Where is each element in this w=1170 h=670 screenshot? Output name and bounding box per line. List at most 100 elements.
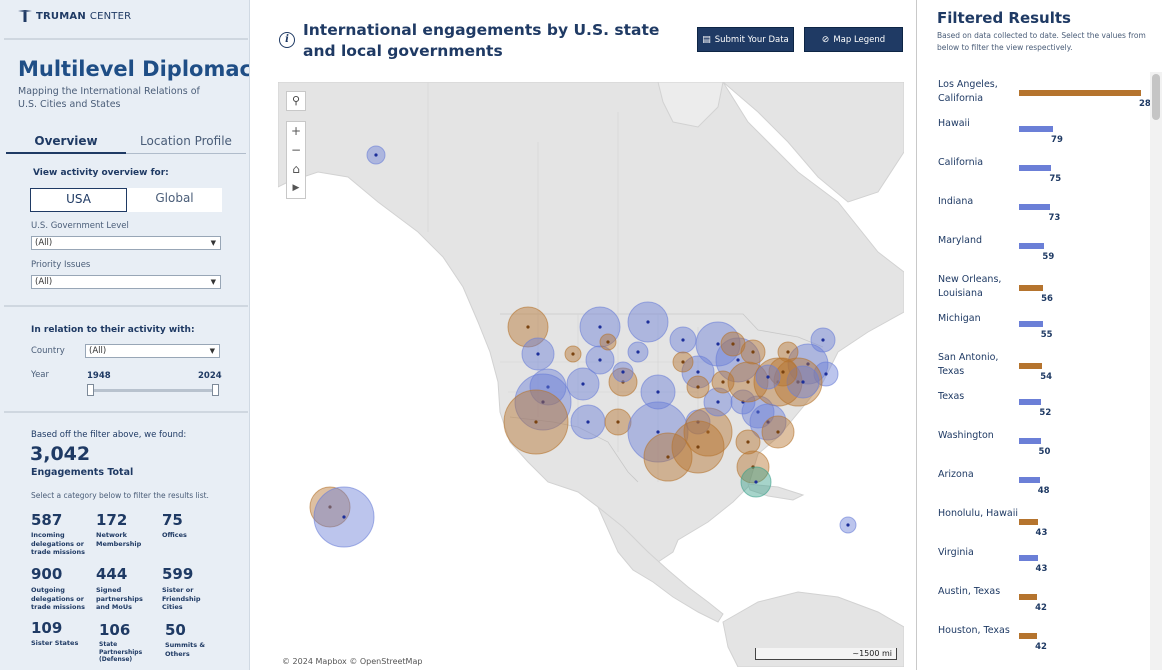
location-dot[interactable]: [571, 352, 575, 356]
location-dot[interactable]: [781, 370, 785, 374]
location-dot[interactable]: [536, 352, 540, 356]
tab-overview[interactable]: Overview: [6, 132, 126, 154]
location-dot[interactable]: [581, 382, 585, 386]
location-dot[interactable]: [721, 380, 725, 384]
result-bar: [1019, 399, 1042, 405]
location-dot[interactable]: [846, 523, 850, 527]
location-dot[interactable]: [696, 370, 700, 374]
location-dot[interactable]: [586, 420, 590, 424]
location-dot[interactable]: [821, 338, 825, 342]
result-row[interactable]: Virginia 43: [937, 546, 1147, 584]
stat-state-partnerships-value[interactable]: 106: [99, 621, 130, 639]
result-row[interactable]: Arizona 48: [937, 468, 1147, 506]
location-dot[interactable]: [681, 338, 685, 342]
location-dot[interactable]: [656, 390, 660, 394]
zoom-out-button[interactable]: −: [287, 141, 305, 160]
stat-offices-label[interactable]: Offices: [162, 531, 217, 540]
zoom-in-button[interactable]: +: [287, 122, 305, 141]
results-scrollbar[interactable]: [1150, 72, 1162, 670]
year-slider-track[interactable]: [90, 389, 216, 392]
stat-state-partnerships-label[interactable]: State Partnerships (Defense): [99, 641, 157, 664]
location-dot[interactable]: [374, 153, 378, 157]
stat-sister-cities-value[interactable]: 599: [162, 565, 193, 583]
compass-icon: ⊘: [821, 34, 830, 45]
location-dot[interactable]: [696, 445, 700, 449]
map-attribution[interactable]: © 2024 Mapbox © OpenStreetMap: [282, 657, 422, 666]
map-search-button[interactable]: ⚲: [286, 91, 306, 111]
location-dot[interactable]: [731, 342, 735, 346]
location-dot[interactable]: [776, 430, 780, 434]
location-dot[interactable]: [606, 340, 610, 344]
location-dot[interactable]: [786, 350, 790, 354]
location-dot[interactable]: [746, 440, 750, 444]
location-dot[interactable]: [751, 350, 755, 354]
result-row[interactable]: San Antonio, Texas 54: [937, 351, 1147, 389]
stat-incoming-delegations-label[interactable]: Incoming delegations or trade missions: [31, 531, 86, 557]
location-dot[interactable]: [621, 370, 625, 374]
location-dot[interactable]: [666, 455, 670, 459]
location-dot[interactable]: [716, 400, 720, 404]
pan-arrow-icon[interactable]: ▶: [287, 179, 305, 198]
stat-network-membership-value[interactable]: 172: [96, 511, 127, 529]
priority-issues-select[interactable]: (All) ▼: [31, 275, 221, 289]
location-dot[interactable]: [746, 380, 750, 384]
stat-outgoing-delegations-label[interactable]: Outgoing delegations or trade missions: [31, 586, 86, 612]
gov-level-select[interactable]: (All) ▼: [31, 236, 221, 250]
stat-signed-partnerships-label[interactable]: Signed partnerships and MoUs: [96, 586, 158, 612]
toggle-global[interactable]: Global: [127, 188, 222, 212]
location-dot[interactable]: [656, 430, 660, 434]
tab-location-profile[interactable]: Location Profile: [126, 132, 246, 154]
year-slider-end-handle[interactable]: [212, 384, 219, 396]
location-dot[interactable]: [598, 325, 602, 329]
location-dot[interactable]: [801, 380, 805, 384]
result-row[interactable]: Honolulu, Hawaii 43: [937, 507, 1147, 545]
info-icon[interactable]: i: [279, 32, 295, 48]
result-row[interactable]: New Orleans, Louisiana 56: [937, 273, 1147, 311]
results-scroll-thumb[interactable]: [1152, 74, 1160, 120]
stat-summits-label[interactable]: Summits & Others: [165, 641, 205, 658]
country-select[interactable]: (All) ▼: [85, 344, 220, 358]
location-dot[interactable]: [616, 420, 620, 424]
result-row[interactable]: Washington 50: [937, 429, 1147, 467]
stat-incoming-delegations-value[interactable]: 587: [31, 511, 62, 529]
location-dot[interactable]: [646, 320, 650, 324]
stat-signed-partnerships-value[interactable]: 444: [96, 565, 127, 583]
year-slider-start-handle[interactable]: [87, 384, 94, 396]
result-row[interactable]: Hawaii 79: [937, 117, 1147, 155]
toggle-usa[interactable]: USA: [30, 188, 127, 212]
stat-outgoing-delegations-value[interactable]: 900: [31, 565, 62, 583]
location-dot[interactable]: [736, 358, 740, 362]
location-dot[interactable]: [754, 480, 758, 484]
location-dot[interactable]: [636, 350, 640, 354]
location-dot[interactable]: [696, 385, 700, 389]
location-dot[interactable]: [824, 372, 828, 376]
stat-summits-value[interactable]: 50: [165, 621, 186, 639]
search-icon: ⚲: [291, 94, 301, 107]
stat-sister-states-label[interactable]: Sister States: [31, 639, 86, 648]
result-row[interactable]: Indiana 73: [937, 195, 1147, 233]
location-dot[interactable]: [716, 342, 720, 346]
engagements-map[interactable]: [278, 82, 904, 667]
location-dot[interactable]: [534, 420, 538, 424]
map-legend-button[interactable]: ⊘ Map Legend: [804, 27, 903, 52]
location-dot[interactable]: [681, 360, 685, 364]
stat-network-membership-label[interactable]: Network Membership: [96, 531, 146, 548]
location-dot[interactable]: [598, 358, 602, 362]
result-row[interactable]: California 75: [937, 156, 1147, 194]
stat-sister-cities-label[interactable]: Sister or Friendship Cities: [162, 586, 222, 612]
map-canvas[interactable]: [278, 82, 904, 667]
location-dot[interactable]: [342, 515, 346, 519]
stat-sister-states-value[interactable]: 109: [31, 619, 62, 637]
truman-center-logo[interactable]: TRUMAN CENTER: [18, 10, 131, 22]
location-dot[interactable]: [526, 325, 530, 329]
result-row[interactable]: Michigan 55: [937, 312, 1147, 350]
result-row[interactable]: Maryland 59: [937, 234, 1147, 272]
result-row[interactable]: Austin, Texas 42: [937, 585, 1147, 623]
home-icon[interactable]: ⌂: [287, 160, 305, 179]
result-row[interactable]: Texas 52: [937, 390, 1147, 428]
submit-data-button[interactable]: ▤ Submit Your Data: [697, 27, 794, 52]
stat-offices-value[interactable]: 75: [162, 511, 183, 529]
location-dot[interactable]: [766, 375, 770, 379]
result-row[interactable]: Los Angeles, California 283: [937, 78, 1157, 116]
result-row[interactable]: Houston, Texas 42: [937, 624, 1147, 662]
